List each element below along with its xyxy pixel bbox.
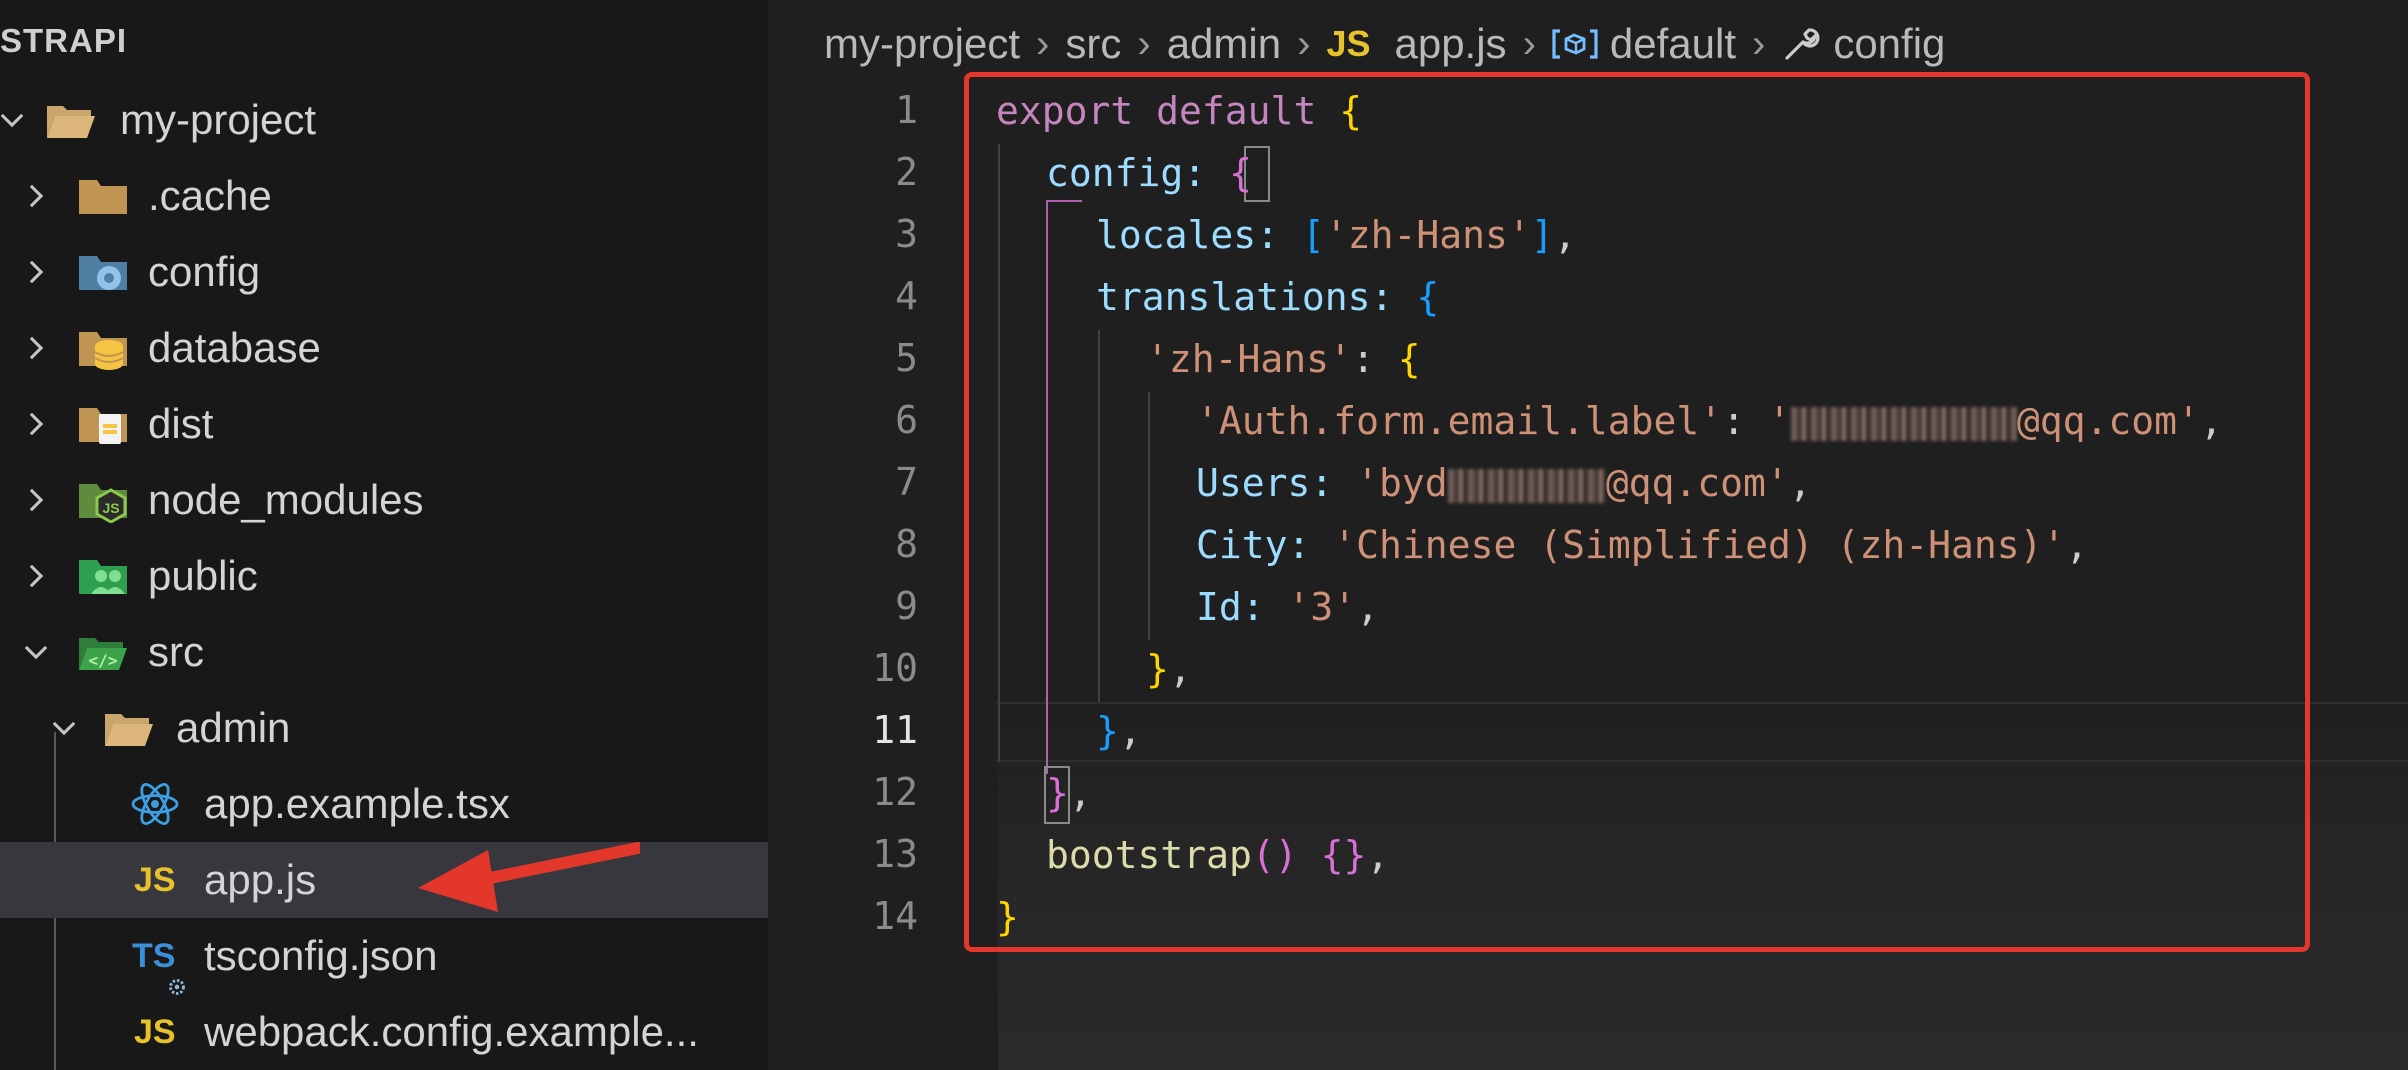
tree-item-label: tsconfig.json	[204, 932, 438, 979]
chevron-right-icon: ›	[1137, 21, 1151, 66]
react-icon	[128, 781, 182, 827]
line-number: 7	[895, 460, 918, 504]
src-folder-icon: </>	[76, 629, 130, 675]
explorer-title: STRAPI	[0, 22, 128, 59]
tree-item-tsconfig[interactable]: TS tsconfig.json	[0, 918, 768, 995]
config-folder-icon	[76, 249, 130, 295]
line-number: 5	[895, 336, 918, 380]
tree-item-webpack-config[interactable]: JS webpack.config.example...	[0, 994, 768, 1070]
tree-item-label: config	[148, 248, 261, 295]
svg-text:JS: JS	[102, 500, 119, 516]
tree-item-label: my-project	[120, 96, 317, 143]
chevron-right-icon	[16, 404, 56, 444]
chevron-right-icon: ›	[1522, 21, 1536, 66]
folder-icon	[76, 173, 130, 219]
public-folder-icon	[76, 553, 130, 599]
svg-text:</>: </>	[89, 651, 118, 670]
line-number: 2	[895, 150, 918, 194]
line-number: 13	[872, 832, 918, 876]
chevron-right-icon	[16, 252, 56, 292]
tree-item-app-example-tsx[interactable]: app.example.tsx	[0, 766, 768, 842]
tree-item-database[interactable]: database	[0, 310, 768, 386]
line-number: 1	[895, 88, 918, 132]
line-number: 4	[895, 274, 918, 318]
chevron-right-icon	[16, 556, 56, 596]
chevron-right-icon: ›	[1752, 21, 1766, 66]
tree-item-admin[interactable]: admin	[0, 690, 768, 766]
chevron-right-icon	[16, 328, 56, 368]
tree-item-label: .cache	[148, 172, 272, 219]
tree-item-config[interactable]: config	[0, 234, 768, 310]
chevron-right-icon: ›	[1297, 21, 1311, 66]
breadcrumb-item[interactable]: config	[1833, 20, 1945, 68]
line-number: 6	[895, 398, 918, 442]
tree-item-label: node_modules	[148, 476, 424, 523]
chevron-down-icon	[0, 100, 32, 140]
js-file-icon: JS	[134, 1012, 176, 1051]
breadcrumb-item[interactable]: src	[1065, 20, 1121, 68]
annotation-arrow	[418, 842, 640, 912]
symbol-variable-icon	[1552, 27, 1598, 61]
wrench-icon	[1781, 24, 1821, 64]
line-number: 14	[872, 894, 918, 938]
code-editor[interactable]: my-project › src › admin › JS app.js › d…	[768, 0, 2408, 1070]
line-number: 9	[895, 584, 918, 628]
dist-folder-icon	[76, 401, 130, 447]
chevron-down-icon	[16, 632, 56, 672]
folder-open-icon	[44, 97, 98, 143]
tree-item-dist[interactable]: dist	[0, 386, 768, 462]
chevron-right-icon	[16, 480, 56, 520]
chevron-right-icon	[16, 176, 56, 216]
breadcrumb-item[interactable]: admin	[1167, 20, 1281, 68]
tree-item-node-modules[interactable]: JS node_modules	[0, 462, 768, 538]
breadcrumb-item[interactable]: my-project	[824, 20, 1020, 68]
js-file-icon: JS	[1326, 23, 1371, 64]
chevron-down-icon	[44, 708, 84, 748]
tree-item-src[interactable]: </> src	[0, 614, 768, 690]
line-number: 8	[895, 522, 918, 566]
line-number: 3	[895, 212, 918, 256]
tree-item-label: app.example.tsx	[204, 780, 510, 827]
breadcrumb-item[interactable]: default	[1610, 20, 1736, 68]
tree-item-label: app.js	[204, 856, 317, 903]
explorer-sidebar: STRAPI my-project .cache config database…	[0, 0, 768, 1070]
tree-item-label: database	[148, 324, 321, 371]
line-number: 12	[872, 770, 918, 814]
tree-item-label: admin	[176, 704, 291, 751]
tree-item-label: webpack.config.example...	[204, 1008, 699, 1055]
tree-item-label: src	[148, 628, 204, 675]
breadcrumb: my-project › src › admin › JS app.js › d…	[824, 14, 1945, 74]
tree-item-my-project[interactable]: my-project	[0, 82, 768, 158]
annotation-highlight-box	[964, 72, 2310, 952]
database-folder-icon	[76, 325, 130, 371]
js-file-icon: JS	[134, 860, 176, 899]
chevron-right-icon: ›	[1036, 21, 1050, 66]
folder-open-icon	[102, 705, 156, 751]
line-number: 10	[872, 646, 918, 690]
tree-item-cache[interactable]: .cache	[0, 158, 768, 234]
tree-item-app-js[interactable]: JS app.js	[0, 842, 768, 918]
node-modules-folder-icon: JS	[76, 477, 130, 523]
tree-item-public[interactable]: public	[0, 538, 768, 614]
breadcrumb-item[interactable]: app.js	[1394, 20, 1506, 68]
tree-item-label: dist	[148, 400, 214, 447]
tree-item-label: public	[148, 552, 258, 599]
line-number-active: 11	[872, 708, 918, 752]
gear-icon	[168, 958, 186, 995]
